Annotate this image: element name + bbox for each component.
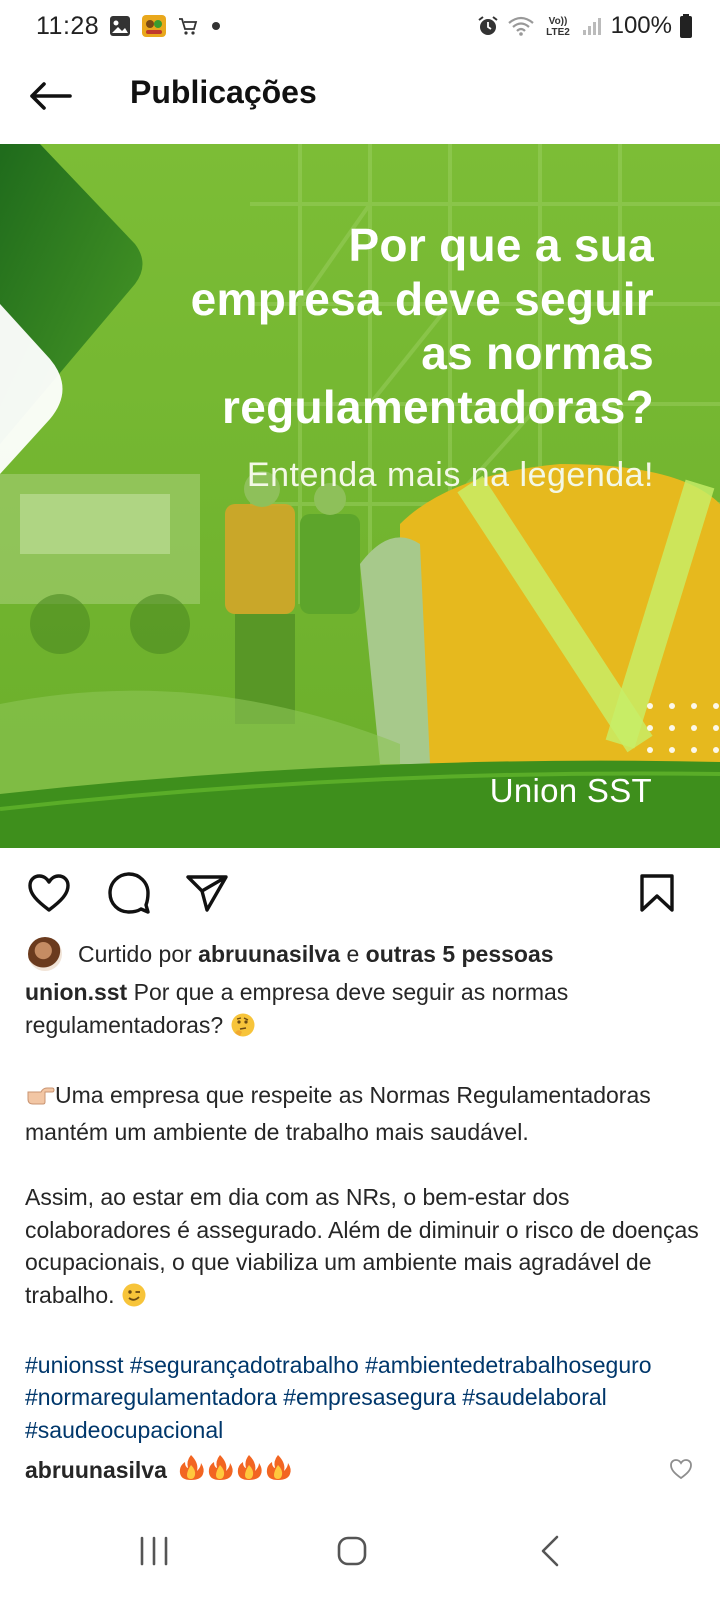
bookmark-outline-icon	[640, 874, 674, 912]
svg-text:LTE2: LTE2	[546, 27, 570, 38]
recent-apps-button[interactable]	[124, 1526, 184, 1576]
headline-line: regulamentadoras?	[222, 381, 654, 433]
status-bar: 11:28 Vo)) LTE2 100%	[0, 0, 720, 52]
comment-button[interactable]	[106, 870, 152, 916]
back-chevron-icon	[541, 1535, 559, 1567]
caption-first-paragraph: union.sst Por que a empresa deve seguir …	[25, 976, 705, 1046]
headline-line: Por que a sua	[348, 219, 654, 271]
liked-by-user[interactable]: abruunasilva	[198, 941, 340, 967]
comment-icon	[108, 872, 150, 914]
winking-face-emoji	[121, 1282, 147, 1317]
comment-username[interactable]: abruunasilva	[25, 1457, 167, 1484]
notification-icons	[109, 14, 223, 38]
caption-para2: Uma empresa que respeite as Normas Regul…	[25, 1081, 651, 1146]
headline-line: as normas	[421, 327, 654, 379]
home-button[interactable]	[322, 1526, 382, 1576]
likes-summary[interactable]: Curtido por abruunasilva e outras 5 pess…	[28, 934, 554, 974]
battery-level: 100%	[610, 12, 672, 39]
dot-icon	[209, 19, 223, 33]
system-navbar	[0, 1500, 720, 1600]
shopping-cart-icon	[177, 15, 199, 37]
post-image[interactable]: Por que a sua empresa deve seguir as nor…	[0, 144, 720, 848]
image-headline: Por que a sua empresa deve seguir as nor…	[94, 218, 654, 434]
battery-icon	[680, 14, 692, 38]
thinking-face-emoji	[230, 1012, 256, 1047]
volte-icon: Vo)) LTE2	[543, 14, 573, 38]
comment-item: abruunasilva	[25, 1450, 695, 1490]
back-nav-button[interactable]	[520, 1526, 580, 1576]
comment-like-button[interactable]	[669, 1458, 695, 1484]
signal-icon	[581, 15, 603, 37]
likes-conjunction: e	[340, 940, 366, 967]
app-header: Publicações	[0, 52, 720, 144]
alarm-icon	[477, 15, 499, 37]
headline-line: empresa deve seguir	[190, 273, 654, 325]
game-icon	[141, 14, 167, 38]
recent-apps-icon	[140, 1536, 168, 1566]
save-button[interactable]	[634, 870, 680, 916]
send-icon	[186, 875, 228, 912]
like-button[interactable]	[26, 870, 72, 916]
caption-username[interactable]: union.sst	[25, 979, 127, 1005]
wifi-icon	[507, 15, 535, 37]
caption-hashtags[interactable]: #unionsst #segurançadotrabalho #ambiente…	[25, 1349, 705, 1447]
post-actions	[0, 848, 720, 932]
likes-others[interactable]: outras 5 pessoas	[366, 941, 554, 967]
back-button[interactable]	[28, 74, 72, 118]
avatar[interactable]	[28, 937, 62, 971]
heart-outline-icon	[670, 1459, 692, 1480]
arrow-left-icon	[30, 82, 72, 110]
svg-text:Vo)): Vo))	[548, 16, 567, 27]
heart-outline-icon	[28, 874, 70, 912]
share-button[interactable]	[184, 870, 230, 916]
image-subline: Entenda mais na legenda!	[246, 456, 654, 494]
status-time: 11:28	[36, 11, 100, 40]
gallery-icon	[109, 15, 131, 37]
caption-second-paragraph: Uma empresa que respeite as Normas Regul…	[25, 1079, 705, 1149]
home-icon	[337, 1536, 367, 1566]
pointing-right-emoji	[25, 1082, 55, 1117]
post-caption: union.sst Por que a empresa deve seguir …	[25, 976, 705, 1446]
likes-text[interactable]: Curtido por abruunasilva e outras 5 pess…	[78, 941, 554, 968]
caption-third-paragraph: Assim, ao estar em dia com as NRs, o bem…	[25, 1181, 705, 1316]
fire-emoji	[177, 1453, 293, 1487]
brand-logo-text: Union SST	[489, 772, 652, 809]
likes-prefix: Curtido por	[78, 940, 199, 967]
page-title: Publicações	[130, 74, 317, 110]
